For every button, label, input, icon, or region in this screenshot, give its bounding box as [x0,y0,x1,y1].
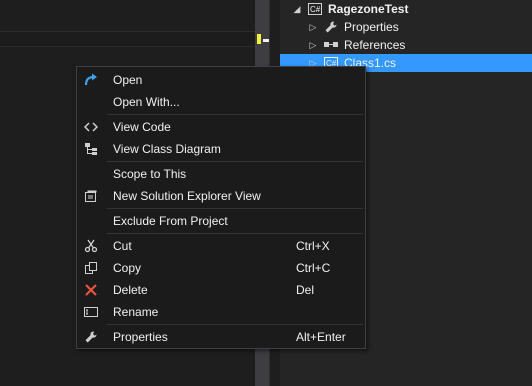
new-window-icon [78,185,104,207]
copy-icon [78,257,104,279]
tree-item-properties[interactable]: ▷ Properties [280,18,532,36]
wrench-icon [78,326,104,348]
menu-item-rename[interactable]: Rename [77,301,365,323]
shortcut-text: Alt+Enter [296,330,346,344]
menu-item-open[interactable]: Open [77,69,365,91]
menu-item-properties[interactable]: Properties Alt+Enter [77,326,365,348]
shortcut-text: Ctrl+X [296,239,330,253]
menu-separator [107,324,363,325]
tree-item-label: References [344,38,406,52]
menu-item-exclude-from-project[interactable]: Exclude From Project [77,210,365,232]
delete-x-icon [78,279,104,301]
references-icon [324,38,338,52]
menu-separator [107,161,363,162]
svg-text:C#: C# [310,5,321,14]
context-menu: Open Open With... View Code View Class D… [76,66,366,349]
menu-item-cut[interactable]: Cut Ctrl+X [77,235,365,257]
rename-icon [78,301,104,323]
tree-item-project[interactable]: ◢ C# RagezoneTest [280,0,532,18]
open-arrow-icon [78,69,104,91]
menu-separator [107,233,363,234]
menu-item-scope-to-this[interactable]: Scope to This [77,163,365,185]
menu-item-delete[interactable]: Delete Del [77,279,365,301]
tree-item-references[interactable]: ▷ References [280,36,532,54]
wrench-icon [324,20,338,34]
current-line-highlight [0,31,255,47]
menu-separator [107,114,363,115]
tree-item-label: Properties [344,20,399,34]
menu-item-open-with[interactable]: Open With... [77,91,365,113]
menu-item-view-code[interactable]: View Code [77,116,365,138]
shortcut-text: Del [296,283,315,297]
shortcut-text: Ctrl+C [296,261,331,275]
expanded-arrow-icon[interactable]: ◢ [292,4,302,14]
class-diagram-icon [78,138,104,160]
menu-item-new-solution-explorer-view[interactable]: New Solution Explorer View [77,185,365,207]
scissors-icon [78,235,104,257]
collapsed-arrow-icon[interactable]: ▷ [308,40,318,50]
project-name: RagezoneTest [328,2,409,16]
collapsed-arrow-icon[interactable]: ▷ [308,22,318,32]
menu-separator [107,208,363,209]
csharp-project-icon: C# [308,2,322,16]
menu-item-copy[interactable]: Copy Ctrl+C [77,257,365,279]
code-brackets-icon [78,116,104,138]
menu-item-view-class-diagram[interactable]: View Class Diagram [77,138,365,160]
scrollbar-change-marker [257,34,261,44]
